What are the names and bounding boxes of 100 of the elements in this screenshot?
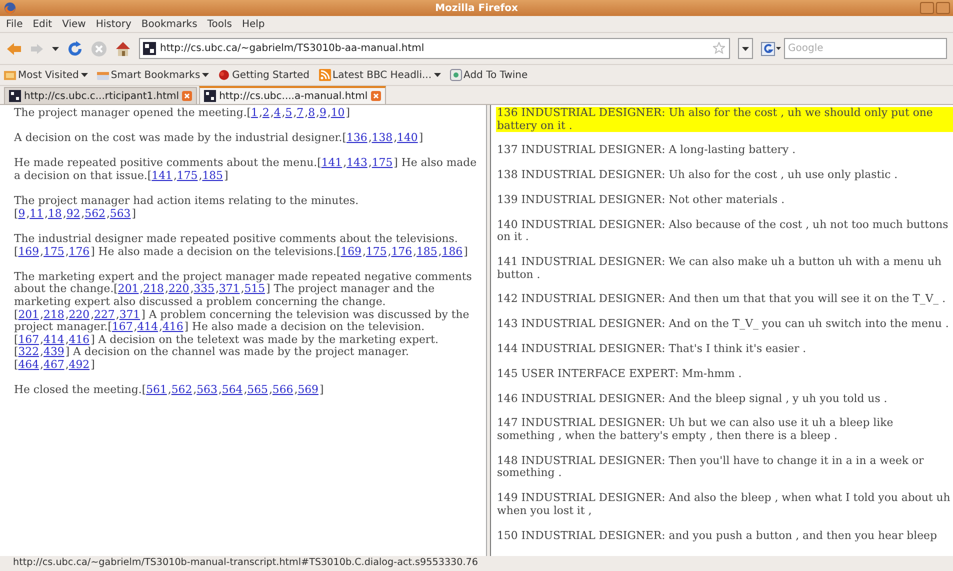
reference-link[interactable]: 414 bbox=[137, 320, 158, 334]
menu-item[interactable]: Bookmarks bbox=[141, 16, 198, 32]
reference-link[interactable]: 7 bbox=[296, 106, 304, 119]
menu-item[interactable]: View bbox=[62, 16, 86, 32]
reference-link[interactable]: 561 bbox=[146, 383, 167, 396]
home-icon[interactable] bbox=[115, 40, 131, 56]
menu-item[interactable]: File bbox=[6, 16, 23, 32]
caret-icon[interactable] bbox=[52, 46, 59, 50]
reference-link[interactable]: 92 bbox=[66, 206, 80, 220]
reference-link[interactable]: 9 bbox=[18, 206, 26, 220]
transcript-line: 138 INDUSTRIAL DESIGNER: Uh also for the cost , uh use only plastic . bbox=[497, 169, 899, 182]
close-icon[interactable] bbox=[370, 91, 381, 101]
bookmark-item[interactable]: Latest BBC Headli... bbox=[318, 68, 441, 82]
reference-link[interactable]: 565 bbox=[247, 383, 268, 396]
window-title: Mozilla Firefox bbox=[435, 2, 518, 16]
reference-link[interactable]: 201 bbox=[18, 308, 40, 320]
reference-link[interactable]: 138 bbox=[372, 131, 393, 144]
transcript-line: 149 INDUSTRIAL DESIGNER: And also the bleep , when what I told you about uh when you lost it , bbox=[497, 492, 952, 518]
reference-link[interactable]: 562 bbox=[171, 383, 192, 396]
summary-paragraph: He closed the meeting.[561,562,563,564,565,566,569] bbox=[14, 384, 325, 397]
search-engine-icon[interactable] bbox=[761, 42, 781, 56]
reference-link[interactable]: 186 bbox=[442, 244, 463, 258]
reference-link[interactable]: 569 bbox=[298, 383, 318, 396]
reference-link[interactable]: 18 bbox=[48, 206, 62, 220]
reference-link[interactable]: 227 bbox=[94, 308, 115, 320]
reference-link[interactable]: 143 bbox=[346, 156, 368, 170]
tab[interactable]: http://cs.ubc....a-manual.html bbox=[199, 86, 386, 104]
reference-link[interactable]: 371 bbox=[218, 282, 240, 296]
caret-icon bbox=[434, 73, 441, 77]
reference-link[interactable]: 467 bbox=[44, 358, 64, 371]
bookmark-item[interactable]: Smart Bookmarks bbox=[96, 68, 210, 82]
bookmark-item[interactable]: Add To Twine bbox=[450, 68, 528, 82]
minimize-button[interactable] bbox=[920, 2, 934, 14]
caret-icon bbox=[80, 73, 88, 77]
reference-link[interactable]: 175 bbox=[372, 156, 393, 170]
history-dropdown[interactable] bbox=[738, 38, 753, 59]
reference-link[interactable]: 185 bbox=[416, 244, 438, 258]
reference-link[interactable]: 220 bbox=[68, 308, 90, 320]
maximize-button[interactable] bbox=[936, 2, 950, 14]
transcript-line: 150 INDUSTRIAL DESIGNER: and you push a button , and then you hear bleep bbox=[497, 530, 938, 542]
menu-item[interactable]: History bbox=[96, 16, 132, 32]
reference-link[interactable]: 566 bbox=[272, 383, 294, 396]
reference-link[interactable]: 218 bbox=[143, 282, 164, 296]
reference-link[interactable]: 176 bbox=[68, 244, 90, 258]
summary-paragraph: He made repeated positive comments about the menu.[141,143,175] He also made a decision on that issue.[141,175,185] bbox=[14, 157, 478, 183]
reference-link[interactable]: 8 bbox=[308, 106, 315, 119]
reference-link[interactable]: 175 bbox=[176, 168, 198, 182]
reference-link[interactable]: 2 bbox=[262, 106, 270, 119]
reference-link[interactable]: 220 bbox=[168, 282, 190, 296]
reference-link[interactable]: 176 bbox=[391, 244, 412, 258]
reference-link[interactable]: 9 bbox=[319, 106, 326, 119]
search-field[interactable]: Google bbox=[784, 38, 947, 59]
reference-link[interactable]: 11 bbox=[30, 206, 44, 220]
reference-link[interactable]: 141 bbox=[321, 156, 342, 170]
reference-link[interactable]: 167 bbox=[18, 332, 40, 346]
reference-link[interactable]: 439 bbox=[44, 345, 64, 358]
menu-item[interactable]: Tools bbox=[207, 16, 232, 32]
reference-link[interactable]: 136 bbox=[346, 131, 368, 144]
reference-link[interactable]: 1 bbox=[251, 106, 258, 119]
reference-link[interactable]: 167 bbox=[112, 320, 133, 334]
tab[interactable]: http://cs.ubc.c...rticipant1.html bbox=[4, 87, 198, 104]
address-bar[interactable]: http://cs.ubc.ca/~gabrielm/TS3010b-aa-manual.html bbox=[139, 38, 730, 59]
menu-item[interactable]: Edit bbox=[32, 16, 52, 32]
reference-link[interactable]: 169 bbox=[18, 244, 40, 258]
back-icon[interactable] bbox=[6, 42, 22, 56]
reference-link[interactable]: 201 bbox=[118, 282, 139, 296]
reference-link[interactable]: 218 bbox=[44, 308, 64, 320]
bookmark-item[interactable]: Getting Started bbox=[218, 68, 310, 82]
close-icon[interactable] bbox=[182, 91, 192, 101]
menu-item[interactable]: Help bbox=[242, 16, 265, 32]
reference-link[interactable]: 563 bbox=[196, 383, 218, 396]
reference-link[interactable]: 141 bbox=[152, 168, 172, 182]
reference-link[interactable]: 335 bbox=[194, 282, 215, 296]
reference-link[interactable]: 140 bbox=[397, 131, 418, 144]
reference-link[interactable]: 464 bbox=[18, 358, 40, 371]
reference-link[interactable]: 175 bbox=[44, 244, 64, 258]
reference-link[interactable]: 416 bbox=[68, 332, 90, 346]
reference-link[interactable]: 185 bbox=[202, 168, 223, 182]
pane-splitter[interactable] bbox=[487, 105, 491, 556]
reference-link[interactable]: 169 bbox=[340, 244, 362, 258]
reference-link[interactable]: 371 bbox=[119, 308, 140, 320]
bookmark-item[interactable]: Most Visited bbox=[4, 68, 88, 82]
reference-link[interactable]: 4 bbox=[274, 106, 281, 119]
summary-paragraph: The project manager had action items relating to the minutes.[9,11,18,92,562,563] bbox=[14, 195, 360, 220]
reference-link[interactable]: 562 bbox=[84, 206, 106, 220]
reference-link[interactable]: 175 bbox=[366, 244, 387, 258]
reference-link[interactable]: 564 bbox=[222, 383, 243, 396]
reference-link[interactable]: 416 bbox=[162, 320, 184, 334]
reference-link[interactable]: 414 bbox=[44, 332, 64, 346]
star-icon[interactable] bbox=[713, 42, 725, 54]
reload-icon[interactable] bbox=[67, 40, 83, 56]
reference-link[interactable]: 563 bbox=[110, 206, 131, 220]
reference-link[interactable]: 515 bbox=[244, 282, 266, 296]
transcript-line: 145 USER INTERFACE EXPERT: Mm-hmm . bbox=[497, 368, 743, 380]
reference-link[interactable]: 5 bbox=[285, 106, 292, 119]
reference-link[interactable]: 10 bbox=[330, 106, 345, 119]
reference-link[interactable]: 492 bbox=[68, 358, 90, 371]
stop-icon[interactable] bbox=[91, 40, 107, 56]
transcript-line: 139 INDUSTRIAL DESIGNER: Not other materials . bbox=[497, 194, 786, 207]
reference-link[interactable]: 322 bbox=[18, 345, 40, 358]
